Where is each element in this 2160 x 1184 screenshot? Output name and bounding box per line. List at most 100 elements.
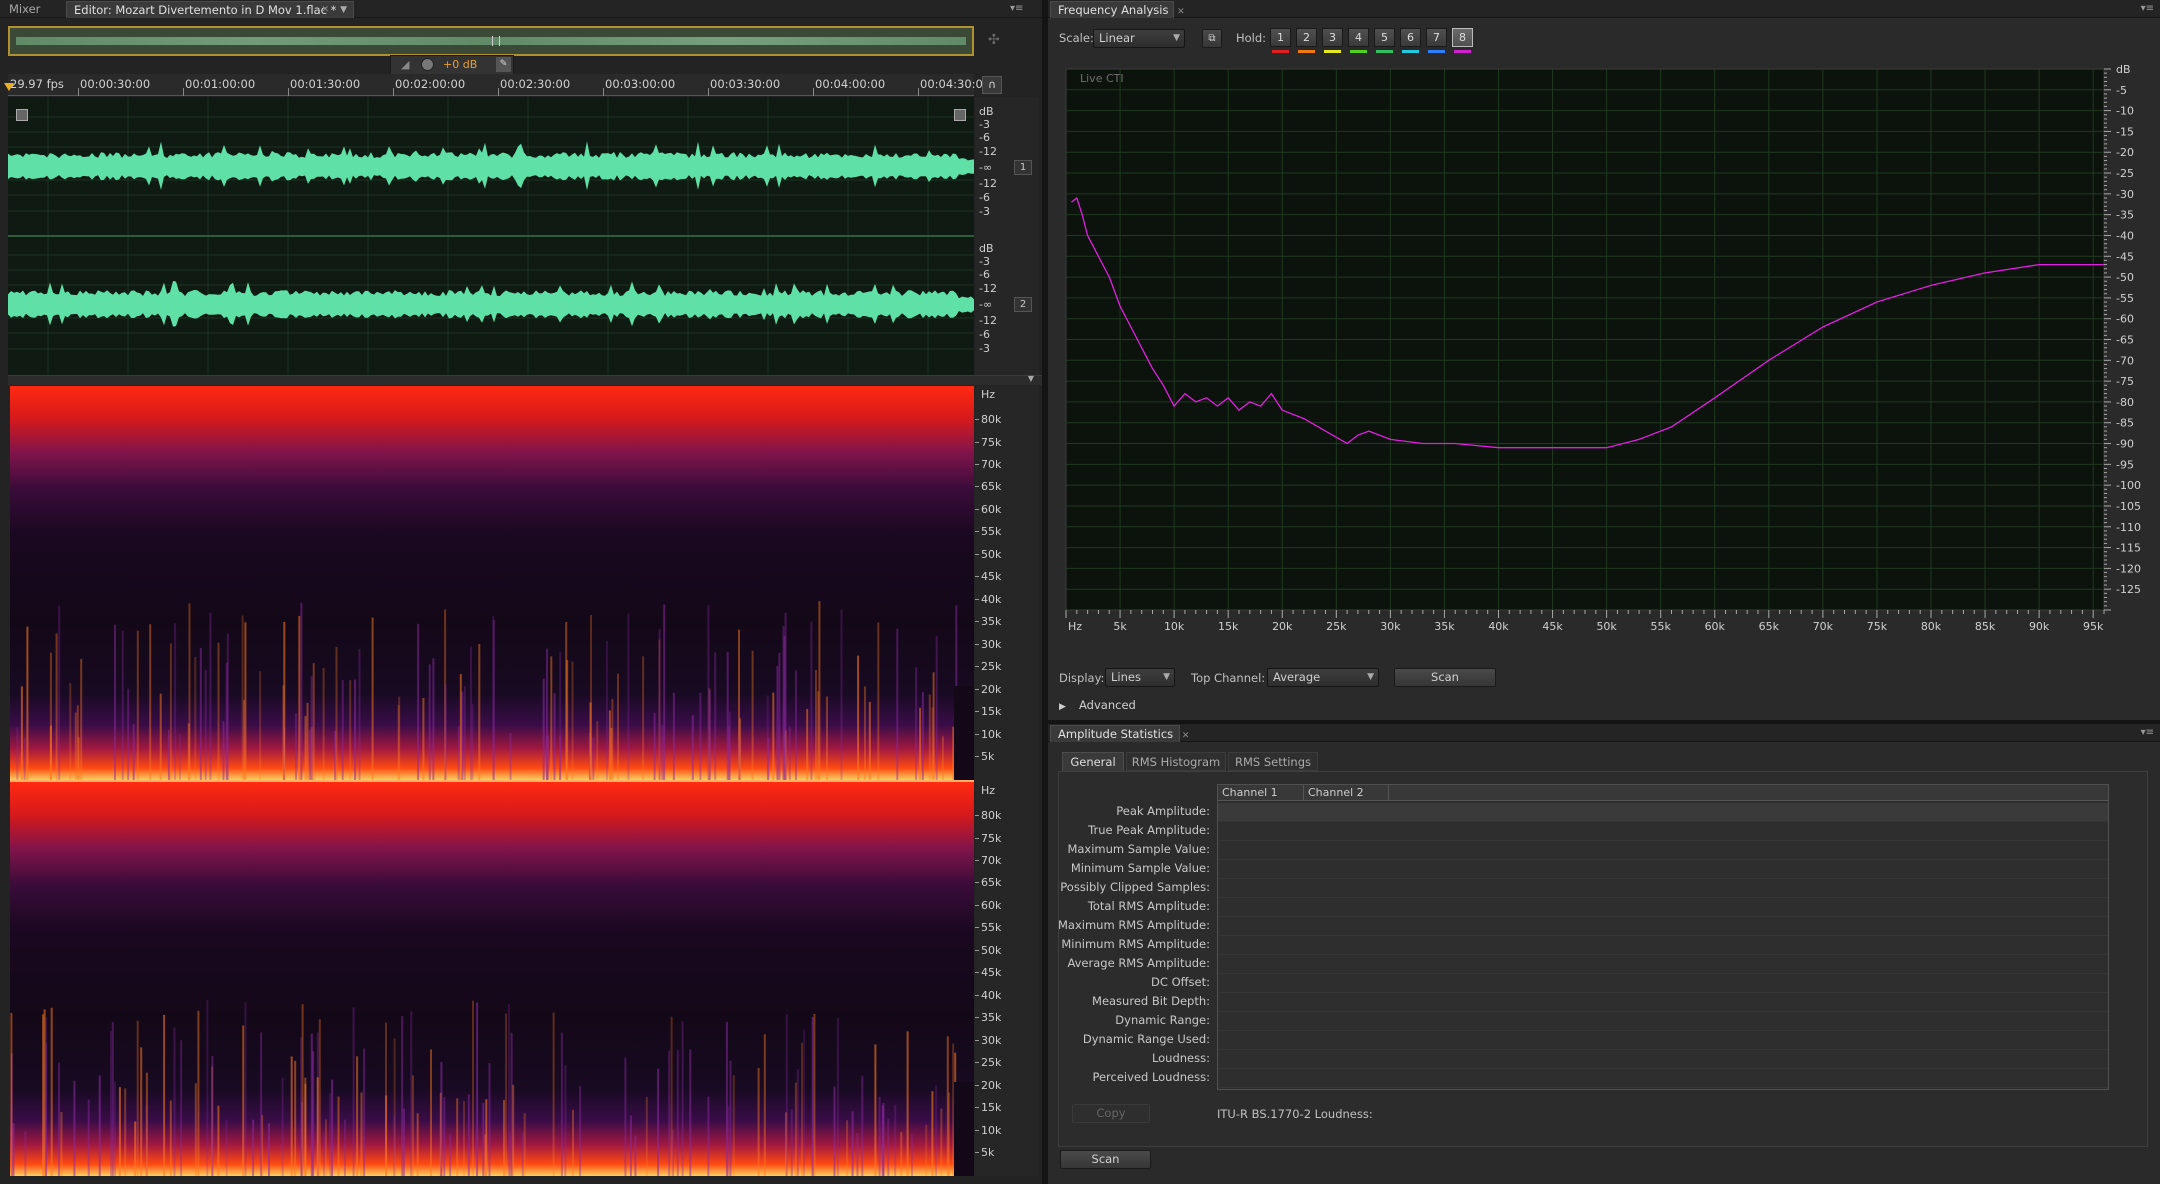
frequency-graph[interactable]: Hz 5k 10k 15k 20k 25k 30k 35k 40k 45k 50k 55k 60k 65k…: [1061, 64, 2155, 636]
scale-select[interactable]: Linear ▼: [1093, 29, 1185, 48]
panel-menu-icon[interactable]: ▾≡: [1010, 3, 1023, 14]
spectral-streak: [952, 1043, 955, 1176]
stats-row[interactable]: [1218, 841, 2108, 860]
top-channel-select[interactable]: Average ▼: [1267, 668, 1379, 687]
spectral-streak: [459, 674, 462, 780]
db-tick-label: -3: [979, 118, 990, 131]
hold-button-2[interactable]: 2: [1296, 28, 1317, 53]
overview-scroll-handle[interactable]: [492, 36, 500, 46]
stats-row[interactable]: [1218, 803, 2108, 822]
channel-badge-1[interactable]: 1: [1014, 160, 1032, 175]
stats-row[interactable]: [1218, 879, 2108, 898]
hz-tick-label: 55k: [981, 921, 1002, 935]
spectral-streak: [268, 1123, 270, 1176]
waveform-area[interactable]: [8, 97, 974, 375]
stats-row[interactable]: [1218, 917, 2108, 936]
display-select[interactable]: Lines ▼: [1105, 668, 1175, 687]
hold-button-4[interactable]: 4: [1348, 28, 1369, 53]
top-channel-label: Top Channel:: [1191, 671, 1266, 685]
y-tick-label: -110: [2116, 521, 2141, 534]
spectral-streak: [310, 676, 313, 780]
spectral-streak: [564, 1065, 567, 1176]
stats-row[interactable]: [1218, 936, 2108, 955]
spectral-streak: [349, 680, 352, 780]
stats-row[interactable]: [1218, 898, 2108, 917]
tab-frequency-analysis[interactable]: Frequency Analysis ✕: [1050, 1, 1185, 18]
headphones-icon[interactable]: ∩: [982, 76, 1002, 94]
hz-tick-label: 5k: [981, 1146, 995, 1159]
y-tick-label: -50: [2116, 271, 2134, 284]
hold-button-8[interactable]: 8: [1452, 28, 1473, 53]
advanced-toggle[interactable]: ▶ Advanced: [1059, 694, 1179, 712]
spectral-streak: [795, 670, 797, 780]
stats-row[interactable]: [1218, 974, 2108, 993]
spectral-streak: [608, 710, 611, 780]
col-header-channel-1[interactable]: Channel 1: [1222, 786, 1278, 799]
spectral-streak: [16, 727, 19, 780]
spectral-streak: [714, 652, 717, 780]
spectral-streak: [169, 643, 172, 780]
fade-out-handle[interactable]: [954, 109, 966, 121]
spectral-streak: [80, 658, 83, 780]
hz-tick-label: 80k: [981, 809, 1002, 822]
time-ruler[interactable]: 29.97 fps 00:00:30:00 00:01:00:00 00:01:30…: [4, 74, 983, 96]
tab-amplitude-statistics[interactable]: Amplitude Statistics ✕: [1050, 725, 1189, 742]
hud-gain[interactable]: ◢ +0 dB ✎: [390, 55, 514, 75]
spectral-streak: [443, 1097, 446, 1176]
freq-scan-button[interactable]: Scan: [1394, 668, 1496, 687]
panel-menu-icon[interactable]: ▾≡: [2141, 727, 2154, 738]
stats-row[interactable]: [1218, 955, 2108, 974]
hold-button-6[interactable]: 6: [1400, 28, 1421, 53]
tab-mixer[interactable]: Mixer: [2, 1, 47, 18]
close-icon[interactable]: ✕: [1182, 731, 1190, 741]
spectral-streak: [432, 658, 435, 780]
hold-button-7[interactable]: 7: [1426, 28, 1447, 53]
playhead-marker[interactable]: [4, 83, 14, 91]
close-icon[interactable]: ✕: [321, 2, 329, 18]
view-splitter[interactable]: ▼: [8, 374, 1042, 385]
chevron-down-icon[interactable]: ▼: [340, 2, 347, 18]
zoom-icon[interactable]: ✣: [988, 32, 1006, 50]
scale-select-value: Linear: [1099, 31, 1135, 45]
hold-button-1[interactable]: 1: [1270, 28, 1291, 53]
knob-icon[interactable]: [421, 58, 434, 71]
chevron-down-icon[interactable]: ▼: [1028, 374, 1034, 383]
spectral-streak: [149, 624, 152, 780]
stats-row[interactable]: [1218, 1012, 2108, 1031]
hz-tick-mark: [975, 1062, 979, 1064]
col-header-channel-2[interactable]: Channel 2: [1308, 786, 1364, 799]
overview-bar[interactable]: [8, 26, 974, 56]
spectral-streak: [169, 1100, 172, 1176]
hold-button-5[interactable]: 5: [1374, 28, 1395, 53]
spectral-streak: [49, 652, 52, 780]
db-tick-label: -12: [979, 145, 997, 158]
stats-row[interactable]: [1218, 993, 2108, 1012]
spectral-streak: [393, 1115, 396, 1176]
close-icon[interactable]: ✕: [1177, 7, 1185, 17]
pin-icon[interactable]: ✎: [496, 57, 511, 72]
amp-scan-button[interactable]: Scan: [1060, 1150, 1151, 1169]
stats-row[interactable]: [1218, 1069, 2108, 1088]
stats-row[interactable]: [1218, 822, 2108, 841]
spectral-streak: [503, 1099, 505, 1176]
copy-button[interactable]: Copy: [1072, 1104, 1150, 1123]
hold-button-label: 2: [1303, 31, 1310, 44]
panel-menu-icon[interactable]: ▾≡: [2141, 3, 2154, 14]
stats-row[interactable]: [1218, 1050, 2108, 1069]
channel-badge-2[interactable]: 2: [1014, 297, 1032, 312]
spectral-streak: [470, 646, 472, 780]
spectral-streak: [919, 707, 922, 780]
stats-row[interactable]: [1218, 1031, 2108, 1050]
copy-graph-icon[interactable]: ⧉: [1202, 29, 1222, 48]
fade-in-handle[interactable]: [16, 109, 28, 121]
col-divider: [1303, 785, 1304, 801]
subtab-general[interactable]: General: [1062, 752, 1124, 771]
stats-row[interactable]: [1218, 860, 2108, 879]
volume-slider-icon[interactable]: ◢: [401, 58, 409, 71]
tab-editor[interactable]: Editor: Mozart Divertemento in D Mov 1.f…: [66, 1, 354, 18]
spectral-streak: [69, 683, 72, 780]
subtab-rms-settings[interactable]: RMS Settings: [1228, 752, 1318, 771]
hold-button-3[interactable]: 3: [1322, 28, 1343, 53]
spectral-streak: [596, 721, 599, 780]
subtab-rms-histogram[interactable]: RMS Histogram: [1126, 752, 1226, 771]
